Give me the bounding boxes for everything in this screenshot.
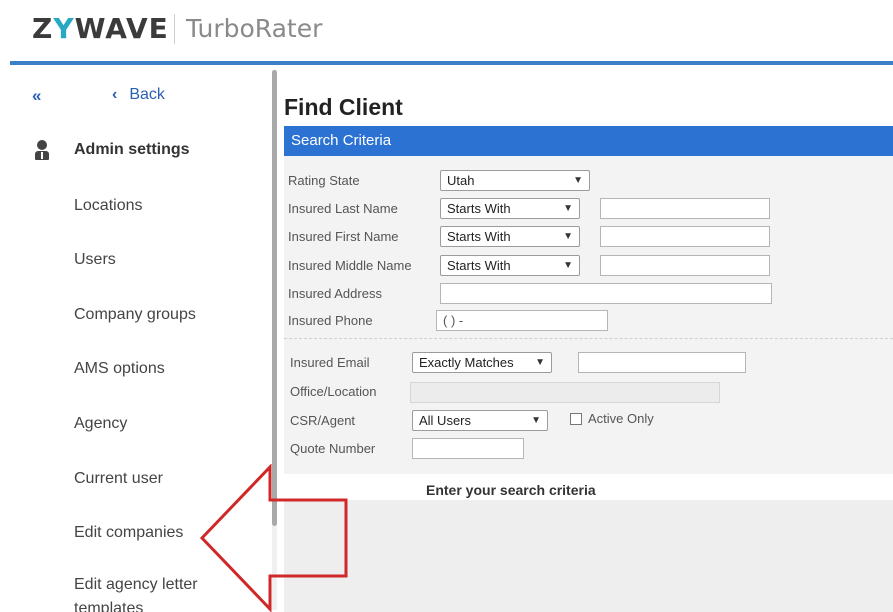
active-only-checkbox[interactable]: Active Only	[570, 411, 654, 426]
middle-name-label: Insured Middle Name	[288, 258, 412, 273]
zywave-logo: ZYWAVE	[32, 12, 169, 45]
admin-settings-label: Admin settings	[74, 141, 190, 158]
results-area	[284, 500, 893, 612]
sidebar-item-edit-agency-letter[interactable]: Edit agency letter	[74, 576, 198, 594]
first-name-label: Insured First Name	[288, 229, 399, 244]
chevron-down-icon: ▼	[535, 357, 545, 368]
search-hint: Enter your search criteria	[426, 482, 596, 498]
office-input	[410, 382, 720, 403]
csr-agent-label: CSR/Agent	[290, 413, 356, 428]
search-criteria-panel: Rating State Utah ▼ Insured Last Name St…	[284, 156, 893, 474]
sidebar-item-current-user[interactable]: Current user	[74, 470, 163, 488]
chevron-left-icon: ‹	[112, 86, 118, 103]
sidebar-item-agency[interactable]: Agency	[74, 415, 127, 433]
user-icon	[34, 140, 50, 160]
email-label: Insured Email	[290, 355, 370, 370]
back-button[interactable]: ‹ Back	[112, 86, 165, 104]
back-label: Back	[129, 86, 165, 103]
sidebar-item-company-groups[interactable]: Company groups	[74, 306, 196, 324]
csr-agent-value: All Users	[419, 413, 472, 428]
app-header: ZYWAVE TurboRater	[0, 0, 893, 65]
rating-state-value: Utah	[447, 173, 475, 188]
page-title: Find Client	[284, 94, 403, 120]
product-name: TurboRater	[186, 14, 323, 43]
annotation-arrow	[199, 464, 348, 612]
sidebar-item-templates[interactable]: templates	[74, 600, 143, 612]
rating-state-select[interactable]: Utah ▼	[440, 170, 590, 191]
sidebar-item-ams-options[interactable]: AMS options	[74, 360, 165, 378]
first-name-match-select[interactable]: Starts With ▼	[440, 226, 580, 247]
email-match-select[interactable]: Exactly Matches ▼	[412, 352, 552, 373]
sidebar-scrollbar-thumb[interactable]	[272, 70, 277, 526]
search-criteria-header: Search Criteria	[284, 126, 893, 156]
panel-divider	[284, 338, 893, 339]
phone-input[interactable]: ( ) -	[436, 310, 608, 331]
middle-name-input[interactable]	[600, 255, 770, 276]
middle-name-match-select[interactable]: Starts With ▼	[440, 255, 580, 276]
active-only-label: Active Only	[588, 411, 654, 426]
csr-agent-select[interactable]: All Users ▼	[412, 410, 548, 431]
logo-part-3: WAVE	[74, 12, 169, 45]
checkbox-box[interactable]	[570, 412, 582, 425]
email-match-value: Exactly Matches	[419, 355, 514, 370]
address-label: Insured Address	[288, 286, 382, 301]
sidebar-item-locations[interactable]: Locations	[74, 197, 143, 215]
first-name-input[interactable]	[600, 226, 770, 247]
chevron-down-icon: ▼	[531, 415, 541, 426]
quote-number-label: Quote Number	[290, 441, 376, 456]
chevron-down-icon: ▼	[573, 175, 583, 186]
email-input[interactable]	[578, 352, 746, 373]
last-name-input[interactable]	[600, 198, 770, 219]
collapse-sidebar-button[interactable]: «	[32, 86, 41, 106]
logo-part-2: Y	[53, 12, 75, 45]
last-name-match-select[interactable]: Starts With ▼	[440, 198, 580, 219]
sidebar-item-users[interactable]: Users	[74, 251, 116, 269]
logo-part-1: Z	[32, 12, 54, 45]
admin-settings-header: Admin settings	[34, 140, 190, 160]
last-name-label: Insured Last Name	[288, 201, 398, 216]
chevron-down-icon: ▼	[563, 231, 573, 242]
middle-name-match-value: Starts With	[447, 258, 511, 273]
quote-number-input[interactable]	[412, 438, 524, 459]
header-rule	[10, 61, 893, 65]
rating-state-label: Rating State	[288, 173, 360, 188]
office-label: Office/Location	[290, 384, 377, 399]
last-name-match-value: Starts With	[447, 201, 511, 216]
phone-label: Insured Phone	[288, 313, 373, 328]
main-content: Find Client Search Criteria Rating State…	[284, 66, 893, 612]
chevron-down-icon: ▼	[563, 203, 573, 214]
logo-separator	[174, 14, 175, 44]
sidebar-item-edit-companies[interactable]: Edit companies	[74, 524, 183, 542]
address-input[interactable]	[440, 283, 772, 304]
chevron-down-icon: ▼	[563, 260, 573, 271]
first-name-match-value: Starts With	[447, 229, 511, 244]
